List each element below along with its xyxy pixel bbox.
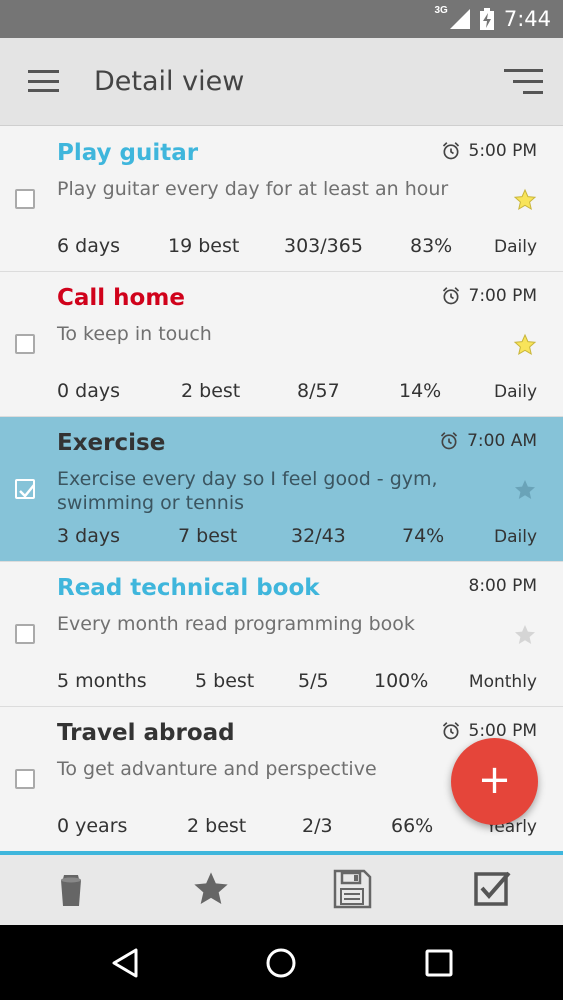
complete-button[interactable]: [473, 869, 513, 909]
frequency: Daily: [493, 237, 537, 257]
completion-ratio: 32/43: [291, 525, 346, 547]
navigation-bar: [0, 925, 563, 1000]
streak: 6 days: [57, 235, 120, 257]
nav-home-button[interactable]: [265, 947, 297, 979]
bottom-toolbar: [0, 851, 563, 925]
save-button[interactable]: [332, 869, 372, 909]
streak: 5 months: [57, 670, 147, 692]
app-bar: Detail view: [0, 38, 563, 126]
status-time: 7:44: [503, 7, 551, 31]
task-checkbox[interactable]: [15, 624, 35, 644]
sort-icon[interactable]: [504, 69, 543, 95]
home-icon: [266, 948, 296, 978]
task-title: Call home: [57, 285, 185, 311]
task-stats: 6 days 19 best 303/365 83% Daily: [0, 235, 563, 261]
best-streak: 7 best: [178, 525, 238, 547]
battery-icon: [479, 8, 494, 30]
best-streak: 19 best: [168, 235, 240, 257]
nav-back-button[interactable]: [110, 947, 142, 979]
task-stats: 5 months 5 best 5/5 100% Monthly: [0, 670, 563, 696]
task-title: Travel abroad: [57, 720, 235, 746]
completion-percent: 83%: [410, 235, 453, 257]
checkbox-icon: [474, 871, 511, 906]
time-label: 7:00 PM: [468, 286, 538, 306]
completion-percent: 74%: [402, 525, 445, 547]
completion-ratio: 303/365: [284, 235, 363, 257]
completion-ratio: 8/57: [297, 380, 340, 402]
task-checkbox[interactable]: [15, 189, 35, 209]
completion-ratio: 2/3: [302, 815, 333, 837]
back-icon: [112, 948, 138, 978]
signal-icon: [449, 9, 470, 29]
task-time: 8:00 PM: [469, 576, 538, 596]
status-icons: 3G 7:44: [434, 0, 551, 38]
alarm-icon: [442, 287, 459, 305]
time-label: 5:00 PM: [468, 141, 538, 161]
network-type: 3G: [434, 4, 448, 16]
save-icon: [333, 869, 372, 909]
streak: 3 days: [57, 525, 120, 547]
best-streak: 2 best: [181, 380, 241, 402]
time-label: 8:00 PM: [468, 576, 538, 596]
task-title: Exercise: [57, 430, 166, 456]
task-time: 5:00 PM: [441, 141, 538, 161]
task-row[interactable]: Play guitar Play guitar every day for at …: [0, 127, 563, 272]
task-checkbox[interactable]: [15, 479, 35, 499]
task-time: 7:00 AM: [439, 431, 537, 451]
task-checkbox[interactable]: [15, 334, 35, 354]
task-description: Exercise every day so I feel good - gym,…: [57, 468, 438, 514]
task-title: Read technical book: [57, 575, 320, 601]
task-description: Every month read programming book: [57, 613, 415, 635]
task-row[interactable]: Call home To keep in touch 7:00 PM 0 days 2 …: [0, 272, 563, 417]
nav-recents-button[interactable]: [423, 947, 455, 979]
time-label: 7:00 AM: [467, 431, 537, 451]
task-checkbox[interactable]: [15, 769, 35, 789]
completion-ratio: 5/5: [298, 670, 329, 692]
task-row[interactable]: Read technical book Every month read prog…: [0, 562, 563, 707]
completion-percent: 14%: [399, 380, 442, 402]
recents-icon: [425, 949, 453, 977]
frequency: Monthly: [468, 672, 537, 692]
star-icon[interactable]: [513, 333, 537, 357]
add-task-button[interactable]: +: [451, 738, 538, 825]
alarm-icon: [442, 142, 459, 160]
trash-icon: [61, 875, 81, 906]
delete-button[interactable]: [51, 869, 91, 909]
star-icon: [194, 872, 228, 904]
streak: 0 days: [57, 380, 120, 402]
star-icon[interactable]: [513, 188, 537, 212]
task-stats: 3 days 7 best 32/43 74% Daily: [0, 525, 563, 551]
frequency: Daily: [493, 382, 537, 402]
task-stats: 0 days 2 best 8/57 14% Daily: [0, 380, 563, 406]
status-bar: 3G 7:44: [0, 0, 563, 38]
task-description: To keep in touch: [57, 323, 212, 345]
star-icon[interactable]: [513, 478, 537, 502]
alarm-icon: [441, 432, 458, 450]
frequency: Daily: [493, 527, 537, 547]
star-icon[interactable]: [513, 623, 537, 647]
completion-percent: 100%: [374, 670, 429, 692]
task-description: To get advanture and perspective: [57, 758, 377, 780]
best-streak: 5 best: [195, 670, 255, 692]
task-time: 7:00 PM: [441, 286, 538, 306]
page-title: Detail view: [94, 66, 245, 97]
hamburger-menu-icon[interactable]: [28, 70, 59, 92]
task-title: Play guitar: [57, 140, 199, 166]
task-row[interactable]: Exercise Exercise every day so I feel goo…: [0, 417, 563, 562]
streak: 0 years: [57, 815, 128, 837]
best-streak: 2 best: [187, 815, 247, 837]
favorite-button[interactable]: [191, 869, 231, 909]
completion-percent: 66%: [391, 815, 434, 837]
alarm-icon: [442, 722, 459, 740]
task-description: Play guitar every day for at least an ho…: [57, 178, 449, 200]
